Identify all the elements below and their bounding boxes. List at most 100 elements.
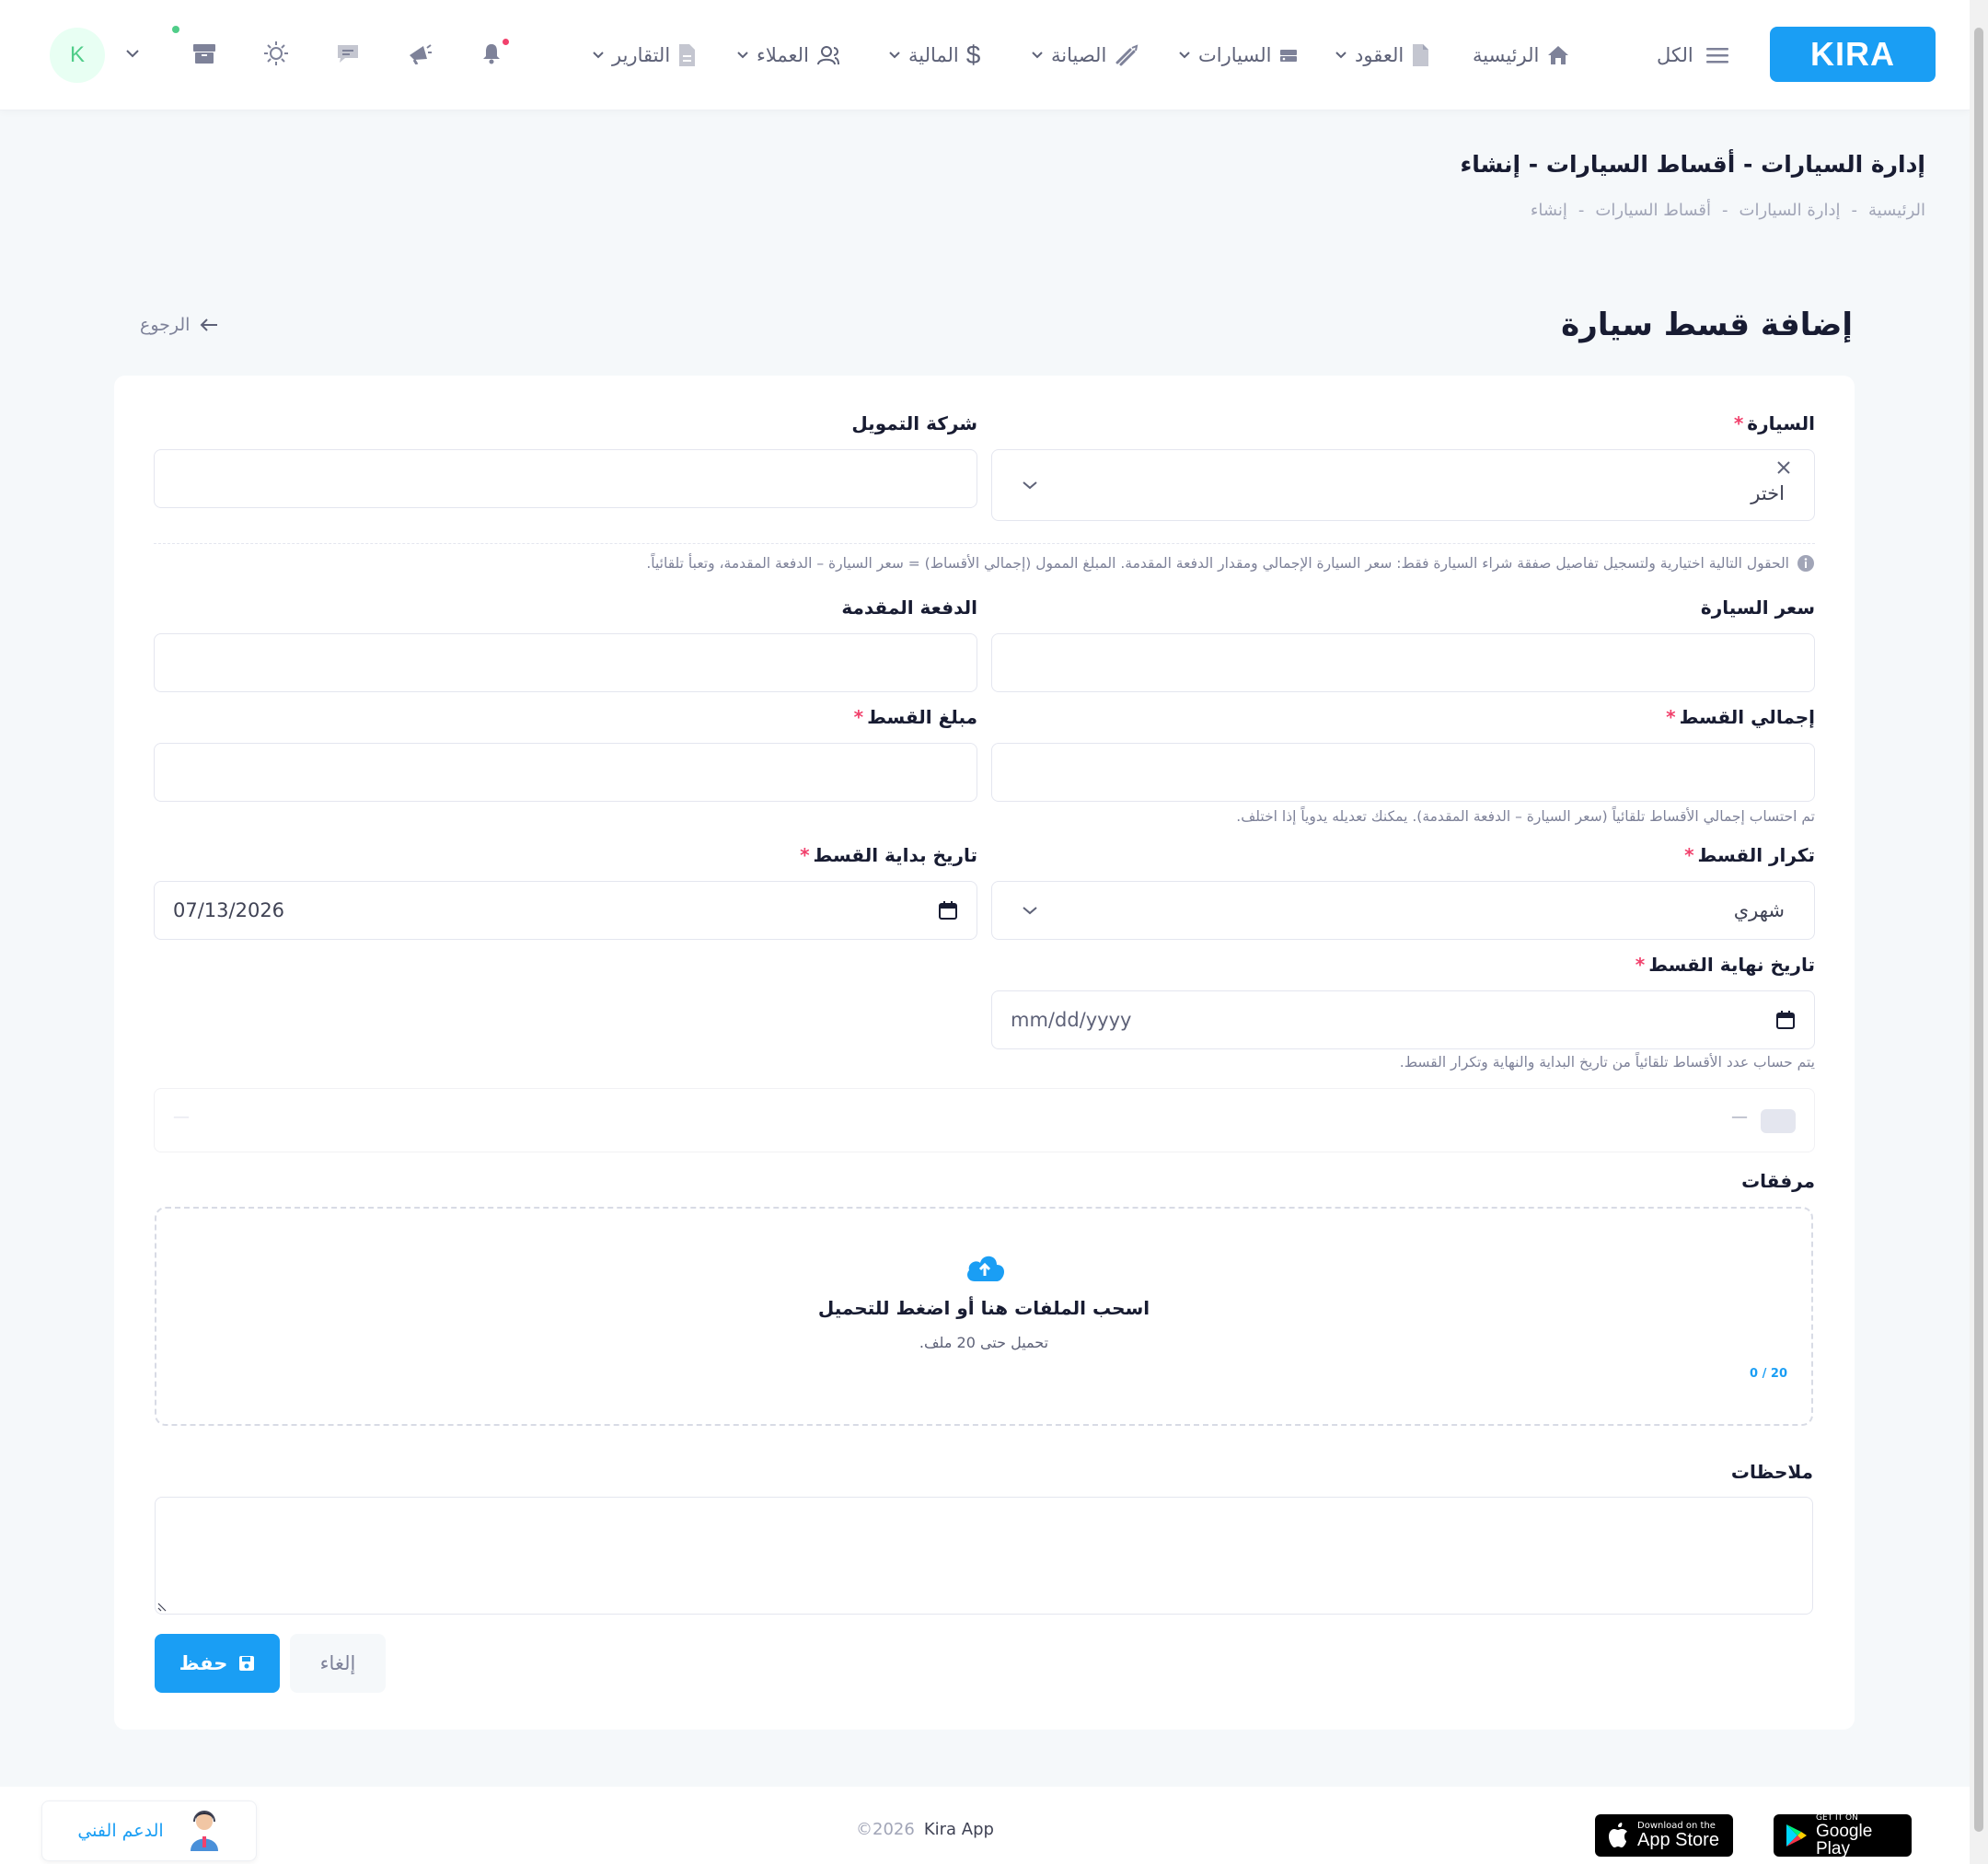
save-button[interactable]: حفظ bbox=[155, 1634, 280, 1693]
dropzone-subtitle: تحميل حتى 20 ملف. bbox=[919, 1334, 1049, 1351]
cancel-button[interactable]: إلغاء bbox=[290, 1634, 386, 1693]
required-mark: * bbox=[1635, 954, 1646, 976]
support-button[interactable]: الدعم الفني bbox=[41, 1800, 257, 1861]
chevron-down-icon bbox=[1031, 51, 1044, 60]
start-date-label: تاريخ بداية القسط* bbox=[800, 844, 977, 866]
wrench-icon bbox=[1114, 44, 1139, 66]
start-date-input[interactable]: 07/13/2026 bbox=[154, 881, 977, 940]
nav-home-label: الرئيسية bbox=[1473, 44, 1540, 66]
play-big: Google Play bbox=[1816, 1821, 1873, 1858]
scrollbar-thumb[interactable] bbox=[1974, 28, 1983, 1832]
nav-cars[interactable]: السيارات bbox=[1178, 37, 1299, 74]
avatar[interactable]: K bbox=[50, 28, 105, 83]
google-play-icon bbox=[1785, 1823, 1809, 1848]
required-mark: * bbox=[800, 844, 810, 866]
breadcrumb: الرئيسية - إدارة السيارات - أقساط السيار… bbox=[1531, 201, 1925, 220]
finance-company-label: شركة التمويل bbox=[851, 412, 977, 434]
car-label-text: السيارة bbox=[1747, 412, 1815, 434]
report-icon bbox=[677, 43, 696, 67]
notifications-button[interactable] bbox=[475, 37, 509, 70]
chat-icon bbox=[336, 42, 360, 64]
frequency-select[interactable]: شهري bbox=[991, 881, 1815, 940]
car-select-value: اختر bbox=[1751, 482, 1785, 504]
installments-summary: — — bbox=[154, 1088, 1815, 1152]
app-store-big: App Store bbox=[1637, 1830, 1719, 1850]
breadcrumb-separator: - bbox=[1578, 201, 1585, 220]
attachments-label: مرفقات bbox=[1741, 1170, 1815, 1192]
car-icon bbox=[1278, 46, 1299, 64]
back-button[interactable]: الرجوع bbox=[140, 315, 219, 335]
cloud-upload-icon bbox=[964, 1252, 1006, 1283]
nav-customers[interactable]: العملاء bbox=[736, 37, 844, 74]
nav-home[interactable]: الرئيسية bbox=[1473, 37, 1570, 74]
nav-finance-label: المالية bbox=[908, 44, 959, 66]
dropzone-title: اسحب الملفات هنا أو اضغط للتحميل bbox=[817, 1297, 1150, 1319]
breadcrumb-item[interactable]: إدارة السيارات bbox=[1740, 201, 1841, 220]
chevron-down-icon bbox=[1022, 905, 1038, 916]
car-select[interactable]: اختر bbox=[991, 449, 1815, 521]
back-label: الرجوع bbox=[140, 315, 191, 335]
nav-maintenance[interactable]: الصيانة bbox=[1031, 37, 1139, 74]
google-play-badge[interactable]: GET IT ON Google Play bbox=[1774, 1813, 1912, 1858]
nav-finance[interactable]: $ المالية bbox=[888, 37, 980, 74]
calendar-icon[interactable] bbox=[1775, 1010, 1796, 1030]
scrollbar[interactable] bbox=[1970, 0, 1988, 1864]
frequency-label-text: تكرار القسط bbox=[1697, 844, 1815, 866]
nav-cars-label: السيارات bbox=[1198, 44, 1272, 66]
megaphone-icon bbox=[407, 42, 433, 64]
theme-toggle-button[interactable] bbox=[260, 37, 293, 70]
end-date-input[interactable]: mm/dd/yyyy bbox=[991, 990, 1815, 1049]
announcements-button[interactable] bbox=[403, 37, 436, 70]
notes-label: ملاحظات bbox=[1731, 1461, 1813, 1483]
down-payment-input[interactable] bbox=[154, 633, 977, 692]
file-dropzone[interactable]: اسحب الملفات هنا أو اضغط للتحميل تحميل ح… bbox=[155, 1207, 1813, 1426]
form-heading: إضافة قسط سيارة bbox=[1561, 307, 1853, 343]
finance-company-input[interactable] bbox=[154, 449, 977, 508]
menu-all-toggle[interactable]: الكل bbox=[1657, 37, 1728, 74]
optional-note: الحقول التالية اختيارية ولتسجيل تفاصيل ص… bbox=[646, 554, 1815, 573]
nav-maintenance-label: الصيانة bbox=[1051, 44, 1107, 66]
total-hint: تم احتساب إجمالي الأقساط تلقائياً (سعر ا… bbox=[1236, 808, 1815, 825]
info-icon bbox=[1797, 554, 1815, 573]
copyright-year: ©2026 bbox=[856, 1820, 915, 1839]
count-hint: يتم حساب عدد الأقساط تلقائياً من تاريخ ا… bbox=[1399, 1054, 1815, 1071]
dollar-icon: $ bbox=[965, 41, 981, 69]
apps-button[interactable] bbox=[172, 26, 221, 70]
notes-textarea[interactable] bbox=[155, 1497, 1813, 1615]
car-label: السيارة* bbox=[1734, 412, 1815, 434]
nav-reports-label: التقارير bbox=[612, 44, 671, 66]
nav-reports[interactable]: التقارير bbox=[592, 37, 696, 74]
page-title: إدارة السيارات - أقساط السيارات - إنشاء bbox=[1460, 151, 1925, 178]
nav-contracts[interactable]: العقود bbox=[1335, 37, 1429, 74]
footer: الدعم الفني ©2026 Kira App Download on t… bbox=[0, 1787, 1970, 1864]
users-icon bbox=[816, 44, 844, 66]
installment-amount-label-text: مبلغ القسط bbox=[867, 706, 977, 728]
count-badge bbox=[1761, 1109, 1796, 1133]
document-icon bbox=[1411, 43, 1429, 67]
installment-total-input[interactable] bbox=[991, 743, 1815, 802]
user-menu-toggle[interactable] bbox=[116, 37, 149, 70]
app-store-badge[interactable]: Download on the App Store bbox=[1595, 1814, 1733, 1857]
count-summary-right: — bbox=[1731, 1107, 1748, 1127]
chevron-down-icon bbox=[1335, 51, 1347, 60]
end-date-placeholder: mm/dd/yyyy bbox=[1011, 1009, 1132, 1031]
breadcrumb-item[interactable]: الرئيسية bbox=[1868, 201, 1925, 220]
nav-contracts-label: العقود bbox=[1355, 44, 1404, 66]
start-date-label-text: تاريخ بداية القسط bbox=[813, 844, 977, 866]
file-counter: 20 / 0 bbox=[1750, 1367, 1787, 1381]
calendar-icon[interactable] bbox=[938, 900, 958, 920]
arrow-left-icon bbox=[199, 317, 219, 333]
installment-amount-input[interactable] bbox=[154, 743, 977, 802]
count-summary-left: — bbox=[173, 1107, 190, 1127]
breadcrumb-item: إنشاء bbox=[1530, 201, 1567, 220]
chat-button[interactable] bbox=[331, 37, 364, 70]
logo[interactable]: KIRA bbox=[1770, 27, 1936, 82]
optional-note-text: الحقول التالية اختيارية ولتسجيل تفاصيل ص… bbox=[646, 555, 1789, 572]
close-icon[interactable] bbox=[1775, 459, 1792, 476]
breadcrumb-item[interactable]: أقساط السيارات bbox=[1595, 201, 1711, 220]
nav-customers-label: العملاء bbox=[757, 44, 809, 66]
resize-icon[interactable] bbox=[156, 1602, 168, 1613]
chevron-down-icon bbox=[1022, 480, 1038, 491]
car-price-input[interactable] bbox=[991, 633, 1815, 692]
copyright-app: Kira App bbox=[923, 1820, 994, 1839]
